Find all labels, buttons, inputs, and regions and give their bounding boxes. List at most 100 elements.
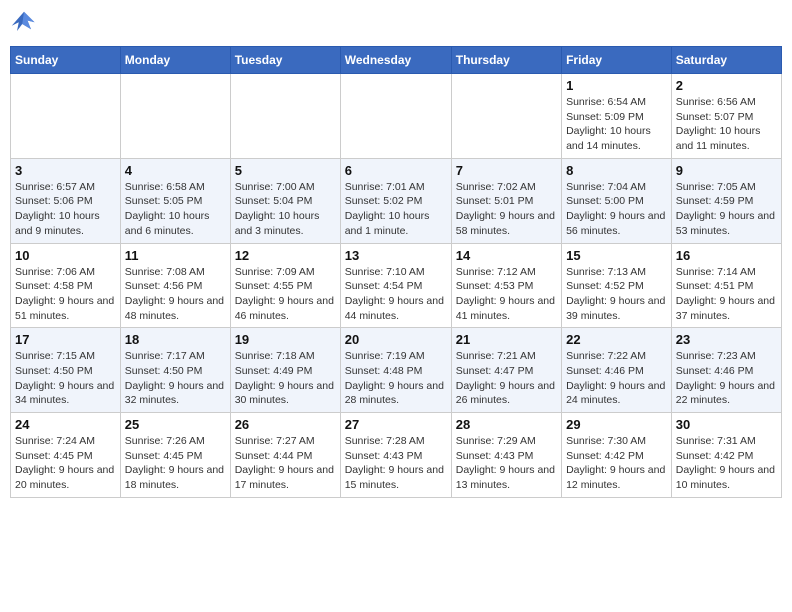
calendar-cell: 22 Sunrise: 7:22 AM Sunset: 4:46 PM Dayli… bbox=[562, 328, 672, 413]
day-number: 4 bbox=[125, 163, 226, 178]
day-info: Sunrise: 7:24 AM Sunset: 4:45 PM Dayligh… bbox=[15, 434, 116, 493]
day-number: 22 bbox=[566, 332, 667, 347]
day-number: 7 bbox=[456, 163, 557, 178]
day-number: 27 bbox=[345, 417, 447, 432]
day-info: Sunrise: 6:56 AM Sunset: 5:07 PM Dayligh… bbox=[676, 95, 777, 154]
calendar-cell: 11 Sunrise: 7:08 AM Sunset: 4:56 PM Dayli… bbox=[120, 243, 230, 328]
calendar-header-row: SundayMondayTuesdayWednesdayThursdayFrid… bbox=[11, 47, 782, 74]
calendar-cell: 4Sunrise: 6:58 AM Sunset: 5:05 PM Daylig… bbox=[120, 158, 230, 243]
column-header-thursday: Thursday bbox=[451, 47, 561, 74]
column-header-sunday: Sunday bbox=[11, 47, 121, 74]
calendar-cell: 9 Sunrise: 7:05 AM Sunset: 4:59 PM Daylig… bbox=[671, 158, 781, 243]
day-number: 17 bbox=[15, 332, 116, 347]
page-header bbox=[10, 10, 782, 38]
calendar-cell: 10Sunrise: 7:06 AM Sunset: 4:58 PM Dayli… bbox=[11, 243, 121, 328]
calendar-cell: 16 Sunrise: 7:14 AM Sunset: 4:51 PM Dayli… bbox=[671, 243, 781, 328]
calendar-cell: 17 Sunrise: 7:15 AM Sunset: 4:50 PM Dayli… bbox=[11, 328, 121, 413]
calendar-week-row: 1 Sunrise: 6:54 AM Sunset: 5:09 PM Daylig… bbox=[11, 74, 782, 159]
calendar-cell: 20 Sunrise: 7:19 AM Sunset: 4:48 PM Dayli… bbox=[340, 328, 451, 413]
day-info: Sunrise: 7:17 AM Sunset: 4:50 PM Dayligh… bbox=[125, 349, 226, 408]
day-number: 24 bbox=[15, 417, 116, 432]
day-number: 14 bbox=[456, 248, 557, 263]
calendar-week-row: 24 Sunrise: 7:24 AM Sunset: 4:45 PM Dayli… bbox=[11, 413, 782, 498]
day-number: 12 bbox=[235, 248, 336, 263]
column-header-wednesday: Wednesday bbox=[340, 47, 451, 74]
calendar-cell: 30 Sunrise: 7:31 AM Sunset: 4:42 PM Dayli… bbox=[671, 413, 781, 498]
day-number: 15 bbox=[566, 248, 667, 263]
calendar-cell: 8Sunrise: 7:04 AM Sunset: 5:00 PM Daylig… bbox=[562, 158, 672, 243]
day-info: Sunrise: 7:28 AM Sunset: 4:43 PM Dayligh… bbox=[345, 434, 447, 493]
day-number: 3 bbox=[15, 163, 116, 178]
calendar-cell: 29 Sunrise: 7:30 AM Sunset: 4:42 PM Dayli… bbox=[562, 413, 672, 498]
calendar-cell: 28 Sunrise: 7:29 AM Sunset: 4:43 PM Dayli… bbox=[451, 413, 561, 498]
calendar-cell: 25 Sunrise: 7:26 AM Sunset: 4:45 PM Dayli… bbox=[120, 413, 230, 498]
day-number: 1 bbox=[566, 78, 667, 93]
day-number: 18 bbox=[125, 332, 226, 347]
calendar-table: SundayMondayTuesdayWednesdayThursdayFrid… bbox=[10, 46, 782, 498]
calendar-cell: 23Sunrise: 7:23 AM Sunset: 4:46 PM Dayli… bbox=[671, 328, 781, 413]
day-info: Sunrise: 7:31 AM Sunset: 4:42 PM Dayligh… bbox=[676, 434, 777, 493]
calendar-cell: 21 Sunrise: 7:21 AM Sunset: 4:47 PM Dayli… bbox=[451, 328, 561, 413]
calendar-cell: 14 Sunrise: 7:12 AM Sunset: 4:53 PM Dayli… bbox=[451, 243, 561, 328]
calendar-cell: 19 Sunrise: 7:18 AM Sunset: 4:49 PM Dayli… bbox=[230, 328, 340, 413]
day-number: 26 bbox=[235, 417, 336, 432]
logo-bird-icon bbox=[10, 10, 38, 38]
day-info: Sunrise: 6:57 AM Sunset: 5:06 PM Dayligh… bbox=[15, 180, 116, 239]
calendar-week-row: 3 Sunrise: 6:57 AM Sunset: 5:06 PM Daylig… bbox=[11, 158, 782, 243]
day-info: Sunrise: 7:18 AM Sunset: 4:49 PM Dayligh… bbox=[235, 349, 336, 408]
day-info: Sunrise: 7:12 AM Sunset: 4:53 PM Dayligh… bbox=[456, 265, 557, 324]
day-number: 21 bbox=[456, 332, 557, 347]
day-info: Sunrise: 7:05 AM Sunset: 4:59 PM Dayligh… bbox=[676, 180, 777, 239]
day-number: 10 bbox=[15, 248, 116, 263]
day-number: 9 bbox=[676, 163, 777, 178]
day-number: 19 bbox=[235, 332, 336, 347]
calendar-cell: 2 Sunrise: 6:56 AM Sunset: 5:07 PM Daylig… bbox=[671, 74, 781, 159]
calendar-cell: 1 Sunrise: 6:54 AM Sunset: 5:09 PM Daylig… bbox=[562, 74, 672, 159]
day-number: 23 bbox=[676, 332, 777, 347]
day-number: 16 bbox=[676, 248, 777, 263]
day-info: Sunrise: 7:21 AM Sunset: 4:47 PM Dayligh… bbox=[456, 349, 557, 408]
day-info: Sunrise: 7:26 AM Sunset: 4:45 PM Dayligh… bbox=[125, 434, 226, 493]
day-number: 25 bbox=[125, 417, 226, 432]
day-number: 8 bbox=[566, 163, 667, 178]
calendar-cell: 24 Sunrise: 7:24 AM Sunset: 4:45 PM Dayli… bbox=[11, 413, 121, 498]
day-info: Sunrise: 7:10 AM Sunset: 4:54 PM Dayligh… bbox=[345, 265, 447, 324]
day-info: Sunrise: 7:01 AM Sunset: 5:02 PM Dayligh… bbox=[345, 180, 447, 239]
day-info: Sunrise: 7:00 AM Sunset: 5:04 PM Dayligh… bbox=[235, 180, 336, 239]
day-info: Sunrise: 7:27 AM Sunset: 4:44 PM Dayligh… bbox=[235, 434, 336, 493]
calendar-cell bbox=[11, 74, 121, 159]
calendar-cell: 15Sunrise: 7:13 AM Sunset: 4:52 PM Dayli… bbox=[562, 243, 672, 328]
day-number: 29 bbox=[566, 417, 667, 432]
calendar-cell: 6 Sunrise: 7:01 AM Sunset: 5:02 PM Daylig… bbox=[340, 158, 451, 243]
day-info: Sunrise: 7:22 AM Sunset: 4:46 PM Dayligh… bbox=[566, 349, 667, 408]
column-header-saturday: Saturday bbox=[671, 47, 781, 74]
day-info: Sunrise: 7:15 AM Sunset: 4:50 PM Dayligh… bbox=[15, 349, 116, 408]
day-info: Sunrise: 7:19 AM Sunset: 4:48 PM Dayligh… bbox=[345, 349, 447, 408]
calendar-cell bbox=[340, 74, 451, 159]
day-info: Sunrise: 7:09 AM Sunset: 4:55 PM Dayligh… bbox=[235, 265, 336, 324]
calendar-cell bbox=[230, 74, 340, 159]
day-number: 6 bbox=[345, 163, 447, 178]
column-header-friday: Friday bbox=[562, 47, 672, 74]
calendar-cell: 27 Sunrise: 7:28 AM Sunset: 4:43 PM Dayli… bbox=[340, 413, 451, 498]
day-info: Sunrise: 7:08 AM Sunset: 4:56 PM Dayligh… bbox=[125, 265, 226, 324]
day-info: Sunrise: 7:30 AM Sunset: 4:42 PM Dayligh… bbox=[566, 434, 667, 493]
day-number: 30 bbox=[676, 417, 777, 432]
day-info: Sunrise: 7:29 AM Sunset: 4:43 PM Dayligh… bbox=[456, 434, 557, 493]
day-info: Sunrise: 7:14 AM Sunset: 4:51 PM Dayligh… bbox=[676, 265, 777, 324]
calendar-cell: 5Sunrise: 7:00 AM Sunset: 5:04 PM Daylig… bbox=[230, 158, 340, 243]
day-number: 13 bbox=[345, 248, 447, 263]
logo bbox=[10, 10, 42, 38]
day-number: 28 bbox=[456, 417, 557, 432]
calendar-cell: 3 Sunrise: 6:57 AM Sunset: 5:06 PM Daylig… bbox=[11, 158, 121, 243]
calendar-week-row: 10Sunrise: 7:06 AM Sunset: 4:58 PM Dayli… bbox=[11, 243, 782, 328]
day-number: 2 bbox=[676, 78, 777, 93]
calendar-cell: 7 Sunrise: 7:02 AM Sunset: 5:01 PM Daylig… bbox=[451, 158, 561, 243]
day-info: Sunrise: 6:54 AM Sunset: 5:09 PM Dayligh… bbox=[566, 95, 667, 154]
calendar-week-row: 17 Sunrise: 7:15 AM Sunset: 4:50 PM Dayli… bbox=[11, 328, 782, 413]
day-number: 11 bbox=[125, 248, 226, 263]
calendar-cell: 13 Sunrise: 7:10 AM Sunset: 4:54 PM Dayli… bbox=[340, 243, 451, 328]
day-number: 20 bbox=[345, 332, 447, 347]
day-info: Sunrise: 7:02 AM Sunset: 5:01 PM Dayligh… bbox=[456, 180, 557, 239]
calendar-cell bbox=[451, 74, 561, 159]
